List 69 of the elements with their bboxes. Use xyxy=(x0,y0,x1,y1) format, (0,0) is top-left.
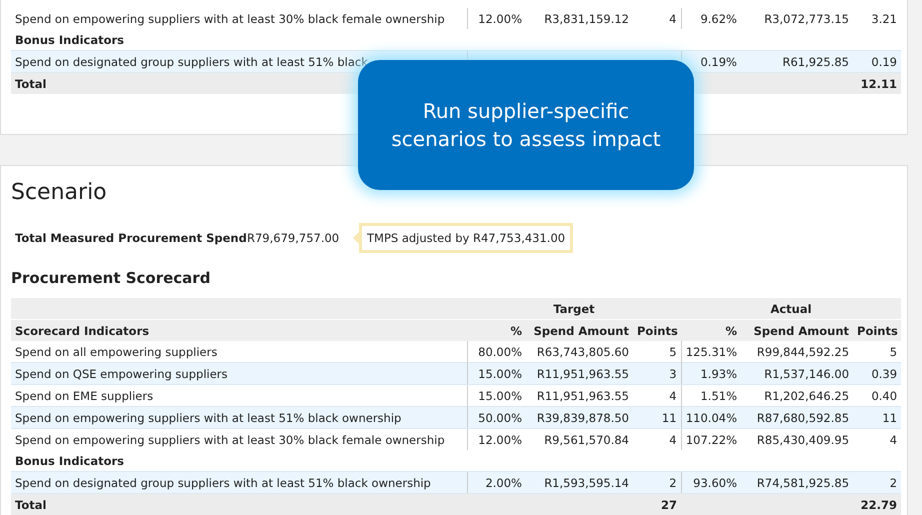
indicator-cell: Spend on QSE empowering suppliers xyxy=(11,362,467,384)
indicator-cell: Spend on designated group suppliers with at least 51% black ownership xyxy=(11,472,467,494)
table-cell: 4 xyxy=(633,384,682,406)
table-cell: 0.40 xyxy=(853,384,902,406)
table-cell: 4 xyxy=(853,428,902,450)
table-cell: R39,839,878.50 xyxy=(526,406,633,428)
table-cell: 2 xyxy=(853,472,902,494)
table-cell: R1,202,646.25 xyxy=(741,384,854,406)
table-cell: 110.04% xyxy=(681,406,742,428)
column-header: Points xyxy=(633,320,682,341)
table-cell: R85,430,409.95 xyxy=(741,428,854,450)
indicator-cell: Spend on empowering suppliers with at least 30% black female ownership xyxy=(11,8,467,29)
indicator-cell: Spend on empowering suppliers with at least 51% black ownership xyxy=(11,406,467,428)
table-cell: 0.19% xyxy=(681,50,741,72)
table-cell: 2 xyxy=(633,472,682,494)
table-cell: 5 xyxy=(633,341,682,362)
scorecard-title: Procurement Scorecard xyxy=(11,268,212,288)
scenario-title: Scenario xyxy=(11,179,108,207)
indicator-cell: Spend on EME suppliers xyxy=(11,384,467,406)
section-heading: Bonus Indicators xyxy=(15,32,124,46)
table-cell: 12.00% xyxy=(467,8,526,29)
table-cell: 11 xyxy=(853,406,902,428)
table-cell: R1,593,595.14 xyxy=(526,472,633,494)
table-cell: R61,925.85 xyxy=(741,50,853,72)
table-cell: 15.00% xyxy=(467,362,526,384)
table-cell: 107.22% xyxy=(681,428,742,450)
table-cell: R99,844,592.25 xyxy=(741,341,854,362)
column-header: Spend Amount xyxy=(741,320,854,341)
table-cell: 12.00% xyxy=(467,428,526,450)
column-header: Spend Amount xyxy=(526,320,633,341)
table-cell: 0.19 xyxy=(853,50,901,72)
column-group-header: Actual xyxy=(681,298,902,320)
indicator-cell: Spend on empowering suppliers with at least 30% black female ownership xyxy=(11,428,467,450)
indicator-cell: Spend on all empowering suppliers xyxy=(11,341,467,362)
table-cell: 93.60% xyxy=(681,472,742,494)
table-cell: 0.39 xyxy=(853,362,902,384)
table-cell: R1,537,146.00 xyxy=(741,362,854,384)
table-cell-text: R3,072,773.15 xyxy=(763,10,850,28)
total-cell: 27 xyxy=(633,494,682,515)
callout-text: Run supplier-specific scenarios to assess impact xyxy=(390,98,662,153)
tmps-label: Total Measured Procurement Spend xyxy=(15,231,247,245)
table-cell: R11,951,963.55 xyxy=(526,362,633,384)
table-cell: R63,743,805.60 xyxy=(526,341,633,362)
total-cell: 22.79 xyxy=(853,494,902,515)
column-group-header: Target xyxy=(467,298,682,320)
table-cell: 4 xyxy=(633,428,682,450)
tmps-tooltip: TMPS adjusted by R47,753,431.00 xyxy=(353,223,574,253)
table-cell-text: R3,831,159.12 xyxy=(543,10,630,28)
column-header: % xyxy=(681,320,742,341)
table-cell: 9.62% xyxy=(681,8,741,29)
column-header: Scorecard Indicators xyxy=(11,320,467,341)
table-cell: 50.00% xyxy=(467,406,526,428)
table-cell: 3 xyxy=(633,362,682,384)
section-heading: Bonus Indicators xyxy=(15,454,124,468)
table-cell: 2.00% xyxy=(467,472,526,494)
table-cell: R11,951,963.55 xyxy=(526,384,633,406)
total-cell: 12.11 xyxy=(853,72,901,94)
table-cell: 11 xyxy=(633,406,682,428)
total-label: Total xyxy=(11,494,467,515)
tmps-value: R79,679,757.00 xyxy=(247,231,340,245)
table-cell: 5 xyxy=(853,341,902,362)
table-cell: R87,680,592.85 xyxy=(741,406,854,428)
table-cell: 1.93% xyxy=(681,362,742,384)
table-cell: R74,581,925.85 xyxy=(741,472,854,494)
table-cell: 4 xyxy=(633,8,681,29)
column-header: % xyxy=(467,320,526,341)
table-cell-text: 3.21 xyxy=(870,10,898,28)
column-header: Points xyxy=(853,320,902,341)
table-cell: R9,561,570.84 xyxy=(526,428,633,450)
